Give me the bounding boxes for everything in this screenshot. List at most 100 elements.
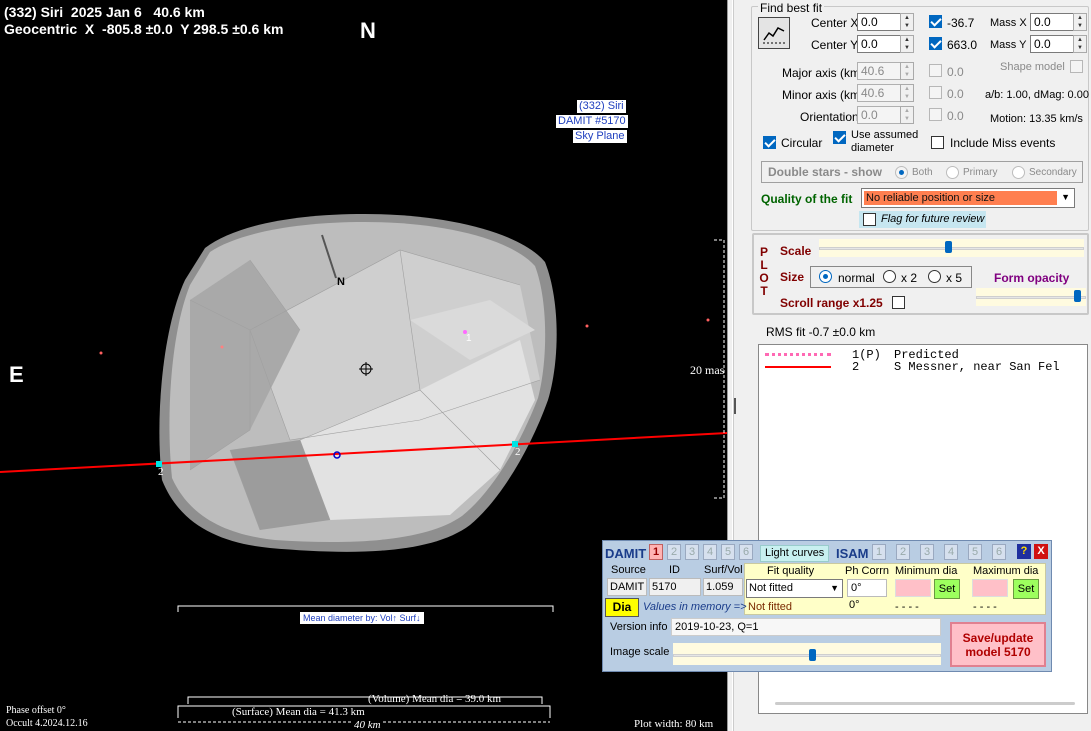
form-opacity-slider[interactable] (976, 288, 1086, 306)
km-scale-label: 40 km (352, 719, 383, 731)
mass-y-spinner[interactable]: ▲ ▼ (1073, 35, 1087, 53)
primary-radio[interactable] (946, 166, 959, 179)
minor-axis-result: 0.0 (947, 87, 964, 101)
flag-review-checkbox[interactable] (863, 213, 876, 226)
include-miss-label: Include Miss events (950, 136, 1056, 150)
star-dot-2 (585, 324, 589, 328)
damit-tab-4[interactable]: 4 (703, 544, 717, 560)
damit-tab-1[interactable]: 1 (649, 544, 663, 560)
major-axis-label: Major axis (km) (782, 66, 865, 80)
scale-label: Scale (780, 244, 812, 258)
size-x5-radio[interactable] (928, 270, 941, 283)
chord-label-left: 2 (158, 466, 164, 478)
center-x-input[interactable]: 0.0 (857, 13, 901, 31)
use-assumed-label-2: diameter (851, 142, 894, 154)
min-dia-set-button[interactable]: Set (934, 579, 960, 599)
fit-quality-value: Not fitted (749, 582, 794, 594)
isam-tab-3[interactable]: 3 (920, 544, 934, 560)
minor-axis-checkbox[interactable] (929, 86, 942, 99)
image-scale-slider[interactable] (673, 643, 941, 665)
isam-tab-4[interactable]: 4 (944, 544, 958, 560)
damit-panel: DAMIT 1 2 3 4 5 6 Light curves ISAM 1 2 … (602, 540, 1052, 672)
damit-tab-6[interactable]: 6 (739, 544, 753, 560)
close-icon[interactable]: X (1034, 544, 1048, 559)
fit-quality-memory: Not fitted (748, 601, 793, 613)
size-x2-radio[interactable] (883, 270, 896, 283)
scale-label: 20 mas (690, 363, 725, 377)
source-label: Source (611, 564, 646, 576)
mass-y-input[interactable]: 0.0 (1030, 35, 1074, 53)
mass-x-spinner[interactable]: ▲ ▼ (1073, 13, 1087, 31)
shape-model-checkbox[interactable] (1070, 60, 1083, 73)
light-curves-button[interactable]: Light curves (760, 545, 830, 562)
damit-tab-3[interactable]: 3 (685, 544, 699, 560)
header-line-2: Geocentric X -805.8 ±0.0 Y 298.5 ±0.6 km (4, 21, 284, 37)
minor-axis-input[interactable]: 40.6 (857, 84, 901, 102)
center-x-checkbox[interactable] (929, 15, 942, 28)
form-opacity-slider-thumb[interactable] (1074, 290, 1081, 302)
min-dia-input[interactable] (895, 579, 931, 597)
orientation-spinner[interactable]: ▲ ▼ (900, 106, 914, 124)
major-axis-spinner[interactable]: ▲ ▼ (900, 62, 914, 80)
orientation-checkbox[interactable] (929, 108, 942, 121)
scroll-range-checkbox[interactable] (892, 296, 905, 309)
ph-corr-memory: 0° (849, 599, 860, 611)
secondary-radio[interactable] (1012, 166, 1025, 179)
orientation-input[interactable]: 0.0 (857, 106, 901, 124)
save-update-button[interactable]: Save/update model 5170 (950, 622, 1046, 667)
use-assumed-checkbox[interactable] (833, 131, 846, 144)
isam-tab-5[interactable]: 5 (968, 544, 982, 560)
values-in-memory-label: Values in memory => (643, 601, 747, 613)
size-normal-radio[interactable] (819, 270, 832, 283)
chart-icon (763, 27, 786, 44)
motion-label: Motion: 13.35 km/s (990, 113, 1083, 125)
occult-version: Occult 4.2024.12.16 (6, 718, 88, 729)
isam-tab-1[interactable]: 1 (872, 544, 886, 560)
isam-tab-2[interactable]: 2 (896, 544, 910, 560)
help-icon[interactable]: ? (1017, 544, 1031, 559)
scale-slider[interactable] (819, 239, 1084, 257)
minor-axis-label: Minor axis (km) (782, 88, 865, 102)
center-y-spinner[interactable]: ▲ ▼ (900, 35, 914, 53)
center-x-spinner[interactable]: ▲ ▼ (900, 13, 914, 31)
info-line-1: (332) Siri (577, 100, 626, 113)
fit-quality-select[interactable]: Not fitted ▼ (746, 579, 843, 598)
circular-checkbox[interactable] (763, 136, 776, 149)
major-axis-input[interactable]: 40.6 (857, 62, 901, 80)
ph-corr-input[interactable]: 0° (847, 579, 887, 597)
include-miss-checkbox[interactable] (931, 136, 944, 149)
fit-quality-label: Fit quality (767, 565, 815, 577)
minor-axis-spinner[interactable]: ▲ ▼ (900, 84, 914, 102)
splitter-grip[interactable] (734, 398, 736, 414)
major-axis-checkbox[interactable] (929, 64, 942, 77)
max-dia-set-button[interactable]: Set (1013, 579, 1039, 599)
body-north-label: N (337, 276, 345, 288)
mass-x-input[interactable]: 0.0 (1030, 13, 1074, 31)
both-label: Both (912, 167, 933, 178)
max-dia-memory: - - - - (973, 601, 997, 613)
dia-button[interactable]: Dia (605, 598, 639, 617)
plot-letter-t: T (760, 284, 768, 298)
center-y-input[interactable]: 0.0 (857, 35, 901, 53)
info-line-2: DAMIT #5170 (556, 115, 628, 128)
source-value: DAMIT (607, 578, 647, 596)
center-y-checkbox[interactable] (929, 37, 942, 50)
scale-slider-thumb[interactable] (945, 241, 952, 253)
plot-width: Plot width: 80 km (634, 718, 714, 730)
max-dia-input[interactable] (972, 579, 1008, 597)
damit-tab-5[interactable]: 5 (721, 544, 735, 560)
image-scale-slider-thumb[interactable] (809, 649, 816, 661)
surfvol-label: Surf/Vol (704, 564, 743, 576)
quality-select[interactable]: No reliable position or size ▼ (861, 188, 1075, 208)
isam-tab-6[interactable]: 6 (992, 544, 1006, 560)
shape-model-label: Shape model (1000, 61, 1065, 73)
star-dot-1 (99, 351, 103, 355)
find-best-fit-button[interactable] (758, 17, 790, 49)
both-radio[interactable] (895, 166, 908, 179)
surface-mean-dia: (Surface) Mean dia = 41.3 km (232, 706, 365, 718)
orientation-result: 0.0 (947, 109, 964, 123)
legend-hscrollbar[interactable] (775, 702, 1075, 705)
east-label: E (9, 362, 24, 387)
damit-tab-2[interactable]: 2 (667, 544, 681, 560)
mass-y-label: Mass Y (990, 39, 1027, 51)
